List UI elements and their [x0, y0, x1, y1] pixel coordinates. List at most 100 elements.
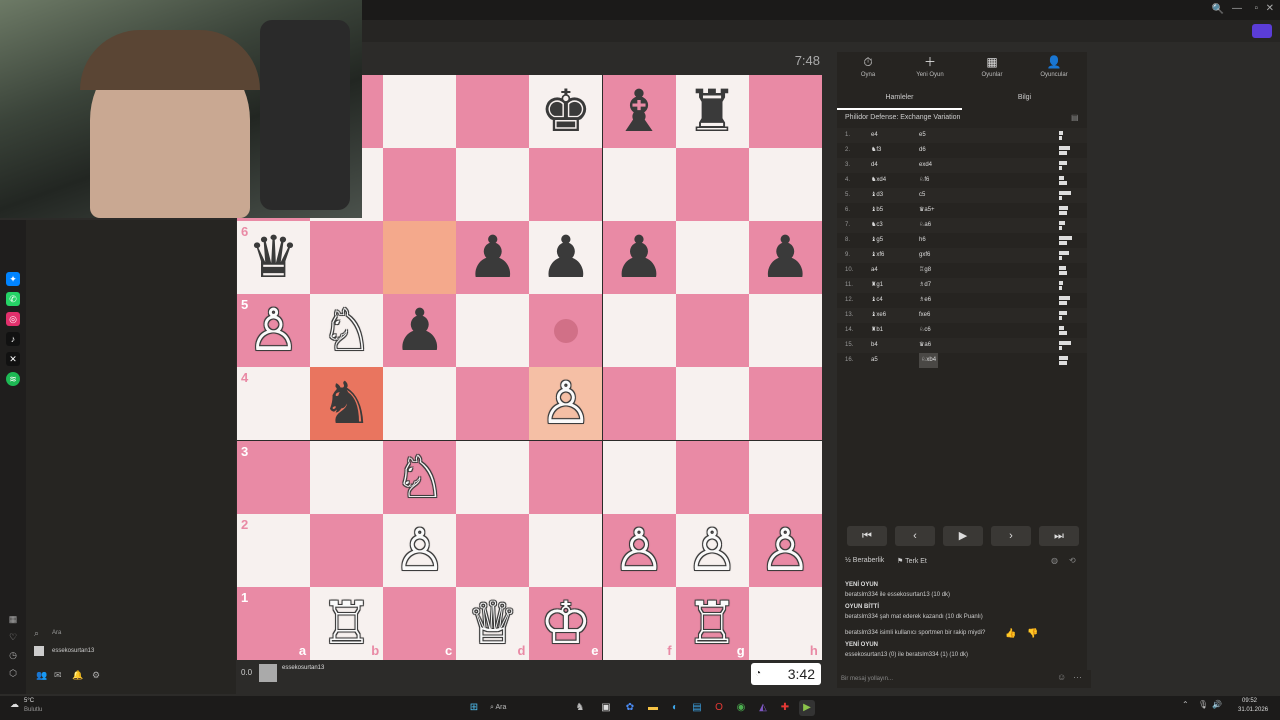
square-g5[interactable]	[675, 294, 749, 368]
square-d2[interactable]	[456, 513, 530, 587]
piece-b5[interactable]: ♘	[310, 294, 383, 367]
player-avatar[interactable]	[259, 664, 277, 682]
black-move[interactable]: ♖g8	[919, 263, 931, 278]
white-move[interactable]: a5	[871, 353, 878, 368]
square-a1[interactable]: 1a	[237, 586, 311, 660]
close-icon[interactable]: ✕	[1266, 3, 1274, 14]
square-e3[interactable]	[529, 440, 603, 514]
bell-icon[interactable]: 🔔	[72, 670, 83, 681]
opera-icon[interactable]: O	[711, 700, 727, 716]
square-d4[interactable]	[456, 367, 530, 441]
piece-f2[interactable]: ♙	[603, 514, 676, 587]
store-icon[interactable]: ▤	[689, 700, 705, 716]
piece-f6[interactable]: ♟	[603, 221, 676, 294]
spotify-icon[interactable]: ≋	[6, 372, 20, 386]
piece-h6[interactable]: ♟	[749, 221, 822, 294]
chrome-icon[interactable]: ◉	[733, 700, 749, 716]
square-h8[interactable]	[748, 75, 822, 149]
emoji-icon[interactable]: ☺	[1057, 672, 1066, 682]
mail-icon[interactable]: ✉	[54, 670, 62, 681]
piece-a5[interactable]: ♙	[237, 294, 310, 367]
mic-icon[interactable]: 🎙	[1198, 700, 1208, 709]
square-f7[interactable]	[602, 148, 676, 222]
square-e7[interactable]	[529, 148, 603, 222]
terminal-icon[interactable]: ▶	[799, 700, 815, 716]
whatsapp-icon[interactable]: ✆	[6, 292, 20, 306]
square-f3[interactable]	[602, 440, 676, 514]
piece-e1[interactable]: ♔	[529, 587, 602, 660]
square-g6[interactable]	[675, 221, 749, 295]
clock-icon[interactable]: ◷	[6, 648, 20, 662]
app-icon[interactable]: ✚	[777, 700, 793, 716]
white-move[interactable]: a4	[871, 263, 878, 278]
hide-icon[interactable]: ◍	[1051, 556, 1058, 565]
folder-icon[interactable]: ▬	[645, 700, 661, 716]
white-move[interactable]: ♝xe6	[871, 308, 886, 323]
black-move[interactable]: gxf6	[919, 248, 930, 263]
square-g3[interactable]	[675, 440, 749, 514]
taskbar-search[interactable]: ⌕ Ara	[490, 700, 550, 716]
draw-button[interactable]: ½ Beraberlik	[845, 557, 884, 564]
black-move[interactable]: h6	[919, 233, 926, 248]
horse-icon[interactable]: ♞	[572, 700, 588, 716]
thumbs-up-icon[interactable]: 👍	[1005, 628, 1016, 639]
square-c7[interactable]	[383, 148, 457, 222]
book-icon[interactable]: ▤	[1071, 113, 1079, 122]
x-icon[interactable]: ✕	[6, 352, 20, 366]
move-hint-dot[interactable]	[553, 318, 578, 343]
piece-g8[interactable]: ♜	[676, 75, 749, 148]
prev-move-button[interactable]: ‹	[895, 526, 935, 546]
piece-c3[interactable]: ♘	[383, 441, 456, 514]
piece-a6[interactable]: ♛	[237, 221, 310, 294]
piece-g2[interactable]: ♙	[676, 514, 749, 587]
square-f1[interactable]: f	[602, 586, 676, 660]
black-move[interactable]: ♛a5+	[919, 203, 935, 218]
piece-b1[interactable]: ♖	[310, 587, 383, 660]
resign-button[interactable]: ⚑ Terk Et	[897, 557, 927, 565]
piece-h2[interactable]: ♙	[749, 514, 822, 587]
tab-1[interactable]: ＋ Yeni Oyun	[899, 52, 961, 88]
tab-3[interactable]: 👤 Oyuncular	[1023, 52, 1085, 88]
cube-icon[interactable]: ⬡	[6, 666, 20, 680]
white-move[interactable]: d4	[871, 158, 878, 173]
black-move[interactable]: ♘a6	[919, 218, 931, 233]
square-f4[interactable]	[602, 367, 676, 441]
square-b3[interactable]	[310, 440, 384, 514]
black-move[interactable]: ♘xb4	[919, 353, 939, 368]
black-move[interactable]: fxe6	[919, 308, 930, 323]
square-c8[interactable]	[383, 75, 457, 149]
player-name[interactable]: essekosurtan13	[282, 665, 324, 671]
square-h7[interactable]	[748, 148, 822, 222]
username[interactable]: essekosurtan13	[52, 648, 94, 654]
black-move[interactable]: e5	[919, 128, 926, 143]
black-move[interactable]: ♘c6	[919, 323, 931, 338]
white-move[interactable]: ♜b1	[871, 323, 883, 338]
tab-moves[interactable]: Hamleler	[837, 88, 962, 110]
piece-e4[interactable]: ♙	[529, 367, 602, 440]
white-move[interactable]: ♝g5	[871, 233, 883, 248]
square-e2[interactable]	[529, 513, 603, 587]
white-move[interactable]: ♜g1	[871, 278, 883, 293]
square-c1[interactable]: c	[383, 586, 457, 660]
square-c6[interactable]	[383, 221, 457, 295]
white-move[interactable]: ♞xd4	[871, 173, 886, 188]
black-move[interactable]: d6	[919, 143, 926, 158]
square-d3[interactable]	[456, 440, 530, 514]
friends-icon[interactable]: 👥	[36, 670, 47, 681]
tab-0[interactable]: ⏱ Oyna	[837, 52, 899, 88]
white-move[interactable]: ♞f3	[871, 143, 881, 158]
messenger-icon[interactable]: ✦	[6, 272, 20, 286]
piece-d6[interactable]: ♟	[456, 221, 529, 294]
square-h3[interactable]	[748, 440, 822, 514]
grid-icon[interactable]: ▦	[6, 612, 20, 626]
square-d7[interactable]	[456, 148, 530, 222]
copilot-icon[interactable]: ✿	[622, 700, 638, 716]
windows-start-icon[interactable]: ⊞	[466, 700, 482, 716]
piece-b4[interactable]: ♞	[310, 367, 383, 440]
settings-icon[interactable]: ⚙	[92, 670, 100, 681]
square-d5[interactable]	[456, 294, 530, 368]
square-c4[interactable]	[383, 367, 457, 441]
white-move[interactable]: ♝xf6	[871, 248, 884, 263]
edge-icon[interactable]: ◐	[667, 700, 683, 716]
piece-c5[interactable]: ♟	[383, 294, 456, 367]
